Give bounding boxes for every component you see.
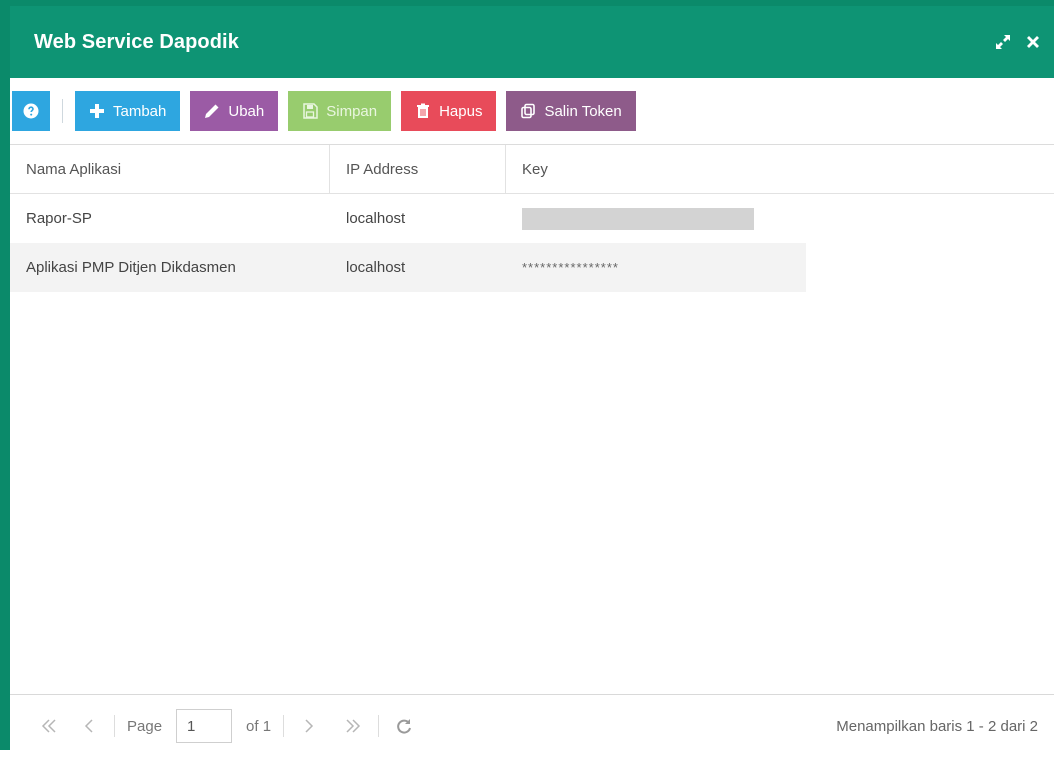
cell-nama-aplikasi: Aplikasi PMP Ditjen Dikdasmen: [26, 259, 236, 276]
cell-ip-address: localhost: [346, 210, 406, 227]
plus-icon: [90, 104, 104, 118]
copy-icon: [521, 103, 536, 119]
web-service-window: Web Service Dapodik Tambah Ubah Simpan H…: [0, 0, 1054, 757]
simpan-label: Simpan: [326, 102, 378, 120]
toolbar: Tambah Ubah Simpan Hapus Salin Token: [10, 78, 1054, 145]
ubah-button[interactable]: Ubah: [190, 91, 279, 131]
hapus-label: Hapus: [439, 102, 483, 120]
chevron-left-icon: [84, 719, 93, 733]
window-tools: [994, 33, 1042, 51]
grid-header: Nama Aplikasi IP Address Key: [10, 145, 1054, 194]
page-number-input[interactable]: [176, 709, 233, 743]
page-of-label: of 1: [246, 717, 272, 735]
window-title: Web Service Dapodik: [34, 30, 239, 53]
next-page-button[interactable]: [296, 713, 322, 739]
save-icon: [303, 103, 318, 119]
pager-summary: Menampilkan baris 1 - 2 dari 2: [836, 717, 1038, 735]
first-page-button[interactable]: [36, 713, 62, 739]
pager-separator: [283, 715, 285, 737]
tambah-label: Tambah: [113, 102, 167, 120]
last-page-button[interactable]: [340, 713, 366, 739]
pencil-icon: [205, 104, 219, 118]
hapus-button[interactable]: Hapus: [401, 91, 497, 131]
pagination-bar: Page of 1 Menampilkan baris 1 - 2 dari 2: [10, 694, 1054, 757]
question-circle-icon: [23, 103, 39, 119]
refresh-icon: [397, 719, 412, 734]
column-header-key[interactable]: Key: [506, 145, 1054, 193]
chevron-right-icon: [305, 719, 314, 733]
cell-key: [506, 194, 806, 243]
cell-ip-address: localhost: [346, 259, 406, 276]
table-row[interactable]: Rapor-SP localhost: [10, 194, 1054, 243]
pager-separator: [114, 715, 115, 737]
table-row[interactable]: Aplikasi PMP Ditjen Dikdasmen localhost …: [10, 243, 806, 292]
double-chevron-left-icon: [41, 719, 56, 733]
column-header-nama-aplikasi[interactable]: Nama Aplikasi: [10, 145, 330, 193]
tambah-button[interactable]: Tambah: [75, 91, 181, 131]
cell-nama-aplikasi: Rapor-SP: [26, 210, 92, 227]
ubah-label: Ubah: [228, 102, 265, 120]
pager-separator: [378, 715, 380, 737]
close-icon[interactable]: [1024, 33, 1042, 51]
simpan-button[interactable]: Simpan: [288, 91, 392, 131]
trash-icon: [417, 103, 430, 118]
salin-token-button[interactable]: Salin Token: [506, 91, 636, 131]
page-label: Page: [127, 717, 163, 735]
refresh-button[interactable]: [391, 713, 417, 739]
redacted-key-bar: [522, 207, 754, 230]
maximize-icon[interactable]: [994, 33, 1012, 51]
salin-token-label: Salin Token: [544, 102, 622, 120]
help-button[interactable]: [12, 91, 50, 131]
data-grid: Nama Aplikasi IP Address Key Rapor-SP lo…: [10, 145, 1054, 678]
cell-key: ****************: [522, 260, 619, 275]
toolbar-separator: [62, 99, 63, 123]
previous-page-button[interactable]: [76, 713, 102, 739]
window-titlebar: Web Service Dapodik: [10, 6, 1054, 78]
double-chevron-right-icon: [346, 719, 361, 733]
column-header-ip-address[interactable]: IP Address: [330, 145, 506, 193]
